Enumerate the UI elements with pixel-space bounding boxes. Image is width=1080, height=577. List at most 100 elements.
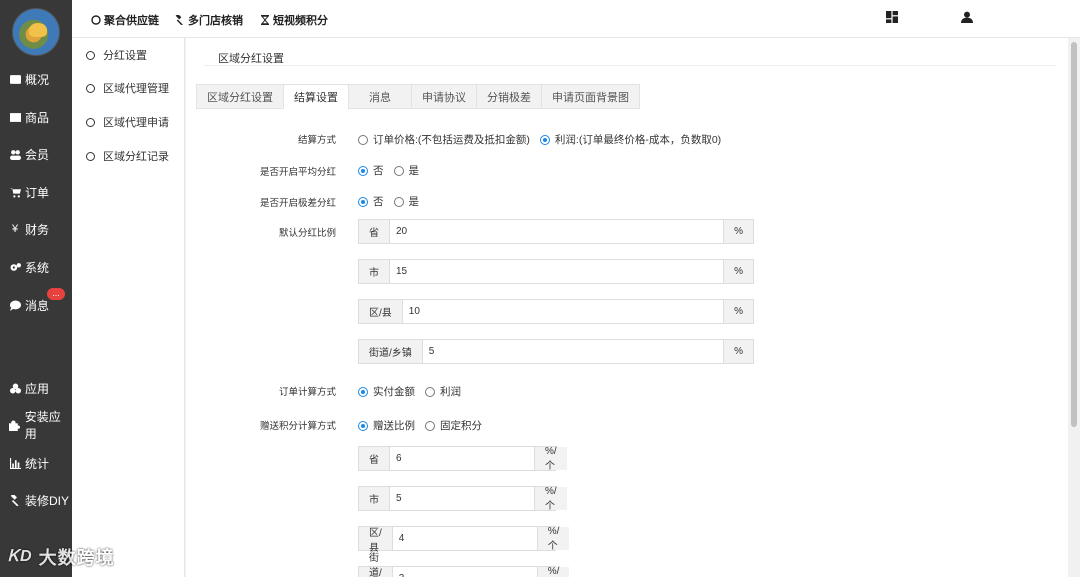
- points-calc-label: 赠送积分计算方式: [259, 421, 336, 432]
- radio-icon: [358, 165, 368, 176]
- points-city-input[interactable]: [390, 487, 534, 510]
- order-calc-paid-radio[interactable]: 实付金额: [358, 384, 415, 399]
- diff-dividend-no-radio[interactable]: 否: [358, 194, 384, 209]
- radio-label: 否: [373, 165, 384, 177]
- message-badge: ...: [47, 288, 65, 300]
- dashboard-grid-icon[interactable]: [886, 11, 900, 25]
- ratio-district-input[interactable]: [402, 300, 724, 323]
- main-content: 区域分红设置 区域分红设置 结算设置 消息 申请协议 分销极差 申请页面背景图 …: [186, 38, 1068, 577]
- sidebar-item-label: 会员: [25, 147, 50, 162]
- sidebar-item-label: 应用: [25, 381, 50, 396]
- page-scrollbar[interactable]: [1068, 38, 1080, 577]
- avg-dividend-no-radio[interactable]: 否: [358, 163, 384, 178]
- points-prefix: 区/县: [359, 527, 393, 554]
- sidebar-item-install-apps[interactable]: 安装应用: [0, 410, 72, 441]
- ratio-city-group: 市 %: [358, 259, 754, 284]
- avg-dividend-radios: 否 是: [358, 163, 429, 178]
- settle-profit-radio[interactable]: 利润:(订单最终价格-成本，负数取0): [539, 132, 721, 147]
- points-suffix: %/个: [534, 486, 567, 512]
- tab-region-dividend[interactable]: 区域分红设置: [196, 84, 284, 109]
- sidebar-item-label: 安装应用: [24, 410, 61, 441]
- ratio-suffix: %: [723, 300, 753, 323]
- radio-icon: [425, 386, 435, 397]
- ratio-prefix: 街道/乡镇: [359, 340, 423, 363]
- avatar[interactable]: [12, 8, 60, 56]
- radio-icon: [393, 196, 404, 207]
- circle-icon: [86, 83, 95, 93]
- submenu-item-dividend-settings[interactable]: 分红设置: [86, 46, 147, 64]
- settle-method-radios: 订单价格:(不包括运费及抵扣金额) 利润:(订单最终价格-成本，负数取0): [358, 132, 731, 147]
- submenu-item-agent-management[interactable]: 区域代理管理: [86, 79, 169, 97]
- points-province-input[interactable]: [390, 447, 534, 470]
- tab-agreement[interactable]: 申请协议: [411, 84, 477, 109]
- points-calc-ratio-radio[interactable]: 赠送比例: [358, 418, 415, 433]
- points-city-group: 市 %/个: [358, 486, 567, 512]
- sidebar-item-label: 统计: [25, 456, 50, 471]
- box-icon: [9, 111, 21, 123]
- ratio-suffix: %: [723, 220, 753, 243]
- points-calc-fixed-radio[interactable]: 固定积分: [425, 418, 482, 433]
- cubes-icon: [9, 382, 21, 394]
- radio-label: 是: [408, 165, 420, 177]
- points-province-group: 省 %/个: [358, 446, 567, 472]
- diff-dividend-yes-radio[interactable]: 是: [393, 194, 420, 209]
- submenu-item-agent-application[interactable]: 区域代理申请: [86, 113, 169, 131]
- points-district-input[interactable]: [392, 527, 537, 550]
- top-link-supply-chain[interactable]: 聚合供应链: [90, 13, 159, 27]
- settings-tabs: 区域分红设置 结算设置 消息 申请协议 分销极差 申请页面背景图: [196, 84, 640, 109]
- cart-icon: [9, 186, 21, 198]
- ratio-suffix: %: [723, 340, 753, 363]
- sidebar-item-finance[interactable]: ¥ 财务: [0, 216, 72, 242]
- sidebar-item-orders[interactable]: 订单: [0, 179, 72, 205]
- sidebar-item-overview[interactable]: 概况: [0, 66, 72, 92]
- tab-messages[interactable]: 消息: [348, 84, 412, 109]
- ratio-street-input[interactable]: [422, 340, 724, 363]
- submenu-item-dividend-records[interactable]: 区域分红记录: [86, 147, 169, 165]
- sidebar-item-decorate-diy[interactable]: 装修DIY: [0, 487, 72, 513]
- bar-chart-icon: [9, 457, 21, 469]
- top-link-short-video[interactable]: 短视频积分: [259, 13, 328, 27]
- sidebar-item-messages[interactable]: 消息 ...: [0, 288, 72, 318]
- order-calc-profit-radio[interactable]: 利润: [425, 384, 461, 399]
- radio-icon: [539, 134, 550, 145]
- page-title: 区域分红设置: [218, 53, 284, 65]
- sidebar-item-stats[interactable]: 统计: [0, 450, 72, 476]
- radio-label: 实付金额: [373, 386, 415, 398]
- sidebar-item-members[interactable]: 会员: [0, 141, 72, 167]
- points-prefix: 市: [359, 487, 390, 510]
- sub-menu: 分红设置 区域代理管理 区域代理申请 区域分红记录: [72, 38, 185, 577]
- order-calc-radios: 实付金额 利润: [358, 384, 471, 399]
- scrollbar-thumb[interactable]: [1071, 42, 1077, 427]
- top-link-multi-store[interactable]: 多门店核销: [174, 13, 243, 27]
- sidebar-item-system[interactable]: 系统: [0, 254, 72, 280]
- tab-settlement[interactable]: 结算设置: [283, 84, 349, 109]
- tab-background[interactable]: 申请页面背景图: [541, 84, 640, 109]
- top-link-label: 多门店核销: [188, 15, 243, 27]
- ratio-district-group: 区/县 %: [358, 299, 754, 324]
- radio-icon: [358, 386, 368, 397]
- users-icon: [9, 148, 21, 160]
- radio-label: 是: [408, 196, 420, 208]
- settle-method-label: 结算方式: [297, 135, 336, 146]
- sidebar-item-products[interactable]: 商品: [0, 104, 72, 130]
- default-ratio-label: 默认分红比例: [278, 228, 336, 239]
- avg-dividend-yes-radio[interactable]: 是: [393, 163, 420, 178]
- diff-dividend-radios: 否 是: [358, 194, 429, 209]
- hourglass-icon: [259, 15, 270, 26]
- main-sidebar: 概况 商品 会员 订单 ¥ 财务 系统 消息 ... 应用 安装应用 统计 装修…: [0, 0, 72, 577]
- sidebar-item-label: 消息: [25, 298, 50, 313]
- settle-order-price-radio[interactable]: 订单价格:(不包括运费及抵扣金额): [358, 132, 530, 147]
- diff-dividend-label: 是否开启极差分红: [259, 198, 336, 209]
- points-prefix: 街道/乡镇: [359, 553, 393, 577]
- points-prefix: 省: [359, 447, 390, 470]
- tab-distribution-diff[interactable]: 分销极差: [476, 84, 542, 109]
- radio-icon: [425, 420, 435, 431]
- ratio-province-input[interactable]: [390, 220, 724, 243]
- circle-icon: [86, 151, 95, 161]
- radio-icon: [393, 165, 404, 176]
- ratio-city-input[interactable]: [390, 260, 724, 283]
- sidebar-item-apps[interactable]: 应用: [0, 375, 72, 401]
- points-street-input[interactable]: [392, 567, 537, 577]
- user-icon[interactable]: [961, 11, 975, 25]
- gavel-icon: [174, 15, 185, 26]
